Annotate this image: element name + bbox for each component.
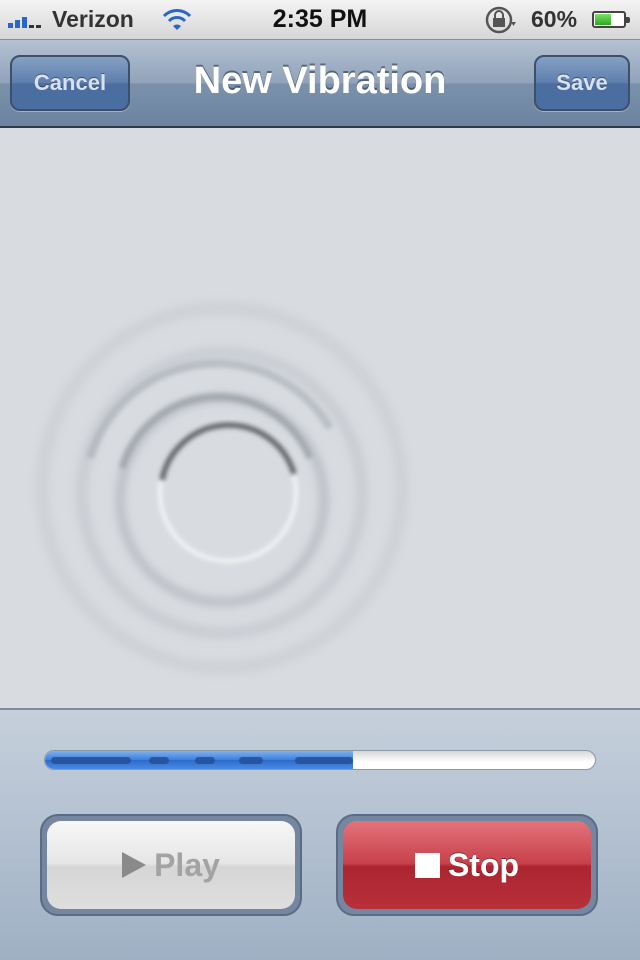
play-label: Play [154, 846, 220, 883]
vibration-pulse [149, 757, 169, 764]
stop-button[interactable]: Stop [343, 821, 591, 909]
vibration-touch-area[interactable] [0, 128, 640, 708]
recording-progress-bar [44, 750, 596, 770]
play-button-frame: Play [40, 814, 302, 916]
ripple-effect [35, 301, 409, 675]
playback-panel: Play Stop [0, 708, 640, 960]
vibration-pulse [295, 757, 353, 764]
stop-icon [414, 852, 440, 878]
battery-percent: 60% [531, 6, 578, 32]
vibration-pulse [51, 757, 131, 764]
vibration-pulse [239, 757, 263, 764]
play-icon [122, 852, 147, 878]
save-button[interactable]: Save [534, 55, 630, 111]
rotation-lock-icon [484, 6, 518, 40]
navigation-bar: Cancel New Vibration Save [0, 40, 640, 128]
stop-button-frame: Stop [336, 814, 598, 916]
battery-icon [592, 11, 630, 28]
stop-label: Stop [447, 846, 520, 883]
status-bar: Verizon 2:35 PM 60% [0, 0, 640, 40]
vibration-pulse [195, 757, 215, 764]
progress-fill [45, 751, 353, 769]
play-button[interactable]: Play [47, 821, 295, 909]
